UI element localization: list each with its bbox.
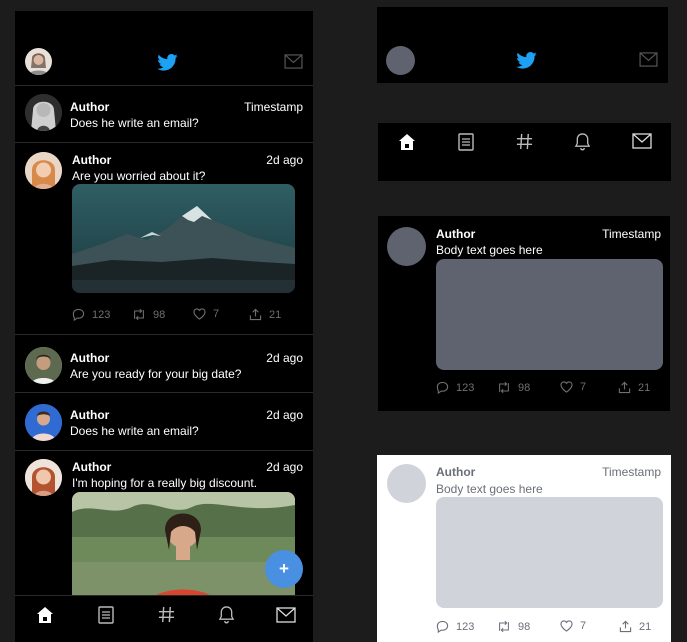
like-icon (193, 308, 206, 320)
share-action[interactable]: 21 (619, 620, 651, 633)
bell-icon[interactable] (574, 132, 591, 151)
share-action[interactable]: 21 (618, 381, 650, 394)
share-icon (619, 620, 632, 633)
avatar-placeholder[interactable] (387, 464, 426, 503)
bell-icon[interactable] (218, 605, 235, 624)
compose-button[interactable]: + (265, 550, 303, 588)
tweet-item[interactable]: Author 2d ago Are you worried about it? … (15, 143, 313, 334)
tweet-timestamp: Timestamp (602, 465, 661, 479)
like-count: 7 (580, 381, 587, 393)
share-count: 21 (639, 620, 652, 633)
tweet-text: Are you worried about it? (72, 169, 206, 183)
share-count: 21 (638, 381, 651, 394)
compose-label: + (279, 559, 289, 578)
avatar-placeholder[interactable] (387, 227, 426, 266)
retweet-icon (497, 381, 511, 394)
tweet-text: Does he write an email? (70, 424, 199, 438)
retweet-count: 98 (153, 308, 166, 321)
share-icon (249, 308, 262, 321)
divider (15, 392, 313, 393)
like-count: 7 (580, 620, 587, 632)
tweet-image[interactable] (72, 184, 295, 293)
tweet-item[interactable]: Author Timestamp Does he write an email? (15, 86, 313, 142)
feed-screen: Author Timestamp Does he write an email?… (15, 11, 313, 642)
tweet-timestamp: 2d ago (266, 460, 303, 474)
like-count: 7 (213, 308, 220, 320)
tweet-author[interactable]: Author (436, 227, 475, 241)
avatar[interactable] (25, 94, 62, 131)
hashtag-icon[interactable] (158, 606, 175, 623)
reply-count: 123 (92, 308, 111, 321)
tweet-timestamp: 2d ago (266, 153, 303, 167)
retweet-action[interactable]: 98 (132, 308, 165, 321)
home-icon[interactable] (36, 606, 54, 624)
tweet-author[interactable]: Author (70, 351, 109, 365)
tweet-text: I'm hoping for a really big discount. (72, 476, 258, 490)
reply-action[interactable]: 123 (72, 308, 110, 321)
like-action[interactable]: 7 (193, 308, 219, 320)
like-icon (560, 381, 573, 393)
tweet-image[interactable] (72, 492, 295, 612)
retweet-count: 98 (518, 381, 531, 394)
tweet-text: Are you ready for your big date? (70, 367, 242, 381)
like-action[interactable]: 7 (560, 381, 586, 393)
tweet-text: Does he write an email? (70, 116, 199, 130)
like-action[interactable]: 7 (560, 620, 586, 632)
image-placeholder[interactable] (436, 259, 663, 370)
tweet-text: Body text goes here (436, 243, 543, 257)
document-icon[interactable] (98, 606, 114, 624)
mail-icon[interactable] (284, 54, 303, 69)
retweet-count: 98 (518, 620, 531, 633)
like-icon (560, 620, 573, 632)
reply-count: 123 (456, 381, 475, 394)
tweet-item[interactable]: Author 2d ago Are you ready for your big… (15, 341, 313, 393)
mail-icon[interactable] (639, 52, 658, 67)
share-icon (618, 381, 631, 394)
header-component (377, 7, 668, 83)
mail-icon[interactable] (632, 133, 652, 149)
tweet-template-dark[interactable]: Author Timestamp Body text goes here 123… (378, 216, 670, 411)
tweet-template-light[interactable]: Author Timestamp Body text goes here 123… (377, 455, 671, 642)
avatar[interactable] (25, 347, 62, 384)
retweet-action[interactable]: 98 (497, 620, 530, 633)
retweet-action[interactable]: 98 (497, 381, 530, 394)
retweet-icon (497, 620, 511, 633)
reply-action[interactable]: 123 (436, 620, 474, 633)
avatar-placeholder[interactable] (386, 46, 415, 75)
tweet-timestamp: 2d ago (266, 408, 303, 422)
tweet-author[interactable]: Author (72, 153, 111, 167)
tweet-author[interactable]: Author (70, 408, 109, 422)
reply-icon (72, 308, 85, 321)
tweet-timestamp: Timestamp (602, 227, 661, 241)
bottom-nav (15, 595, 313, 642)
reply-icon (436, 381, 449, 394)
hashtag-icon[interactable] (516, 133, 533, 150)
nav-component (378, 123, 671, 181)
mail-icon[interactable] (276, 607, 296, 623)
image-placeholder[interactable] (436, 497, 663, 608)
tweet-author[interactable]: Author (70, 100, 109, 114)
twitter-bird-icon (157, 54, 178, 71)
share-count: 21 (269, 308, 282, 321)
tweet-timestamp: Timestamp (244, 100, 303, 114)
reply-icon (436, 620, 449, 633)
tweet-author[interactable]: Author (72, 460, 111, 474)
divider (15, 334, 313, 335)
tweet-timestamp: 2d ago (266, 351, 303, 365)
tweet-text: Body text goes here (436, 482, 543, 496)
reply-action[interactable]: 123 (436, 381, 474, 394)
tweet-item[interactable]: Author 2d ago Does he write an email? (15, 398, 313, 450)
tweet-author[interactable]: Author (436, 465, 475, 479)
reply-count: 123 (456, 620, 475, 633)
home-icon[interactable] (398, 133, 416, 151)
document-icon[interactable] (458, 133, 474, 151)
twitter-bird-icon (516, 52, 537, 69)
avatar[interactable] (25, 404, 62, 441)
retweet-icon (132, 308, 146, 321)
avatar[interactable] (25, 459, 62, 496)
profile-avatar[interactable] (25, 48, 52, 75)
avatar[interactable] (25, 152, 62, 189)
share-action[interactable]: 21 (249, 308, 281, 321)
